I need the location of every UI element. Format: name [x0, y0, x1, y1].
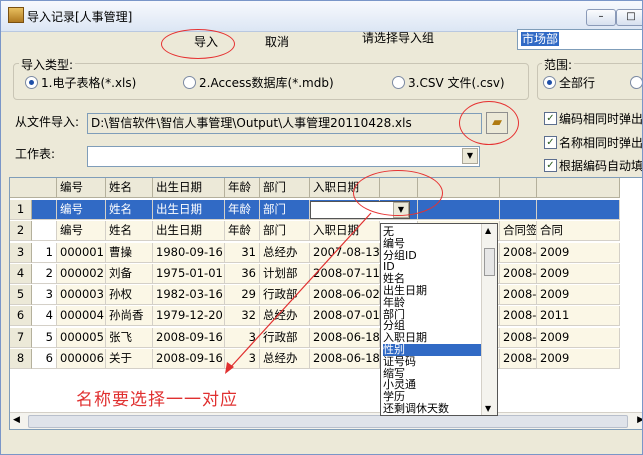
import-window: 导入记录[人事管理] – □ 导入 取消 请选择导入组 市场部 导入类型: 1.… — [0, 0, 643, 455]
annotation-note: 名称要选择一一对应 — [76, 390, 238, 410]
